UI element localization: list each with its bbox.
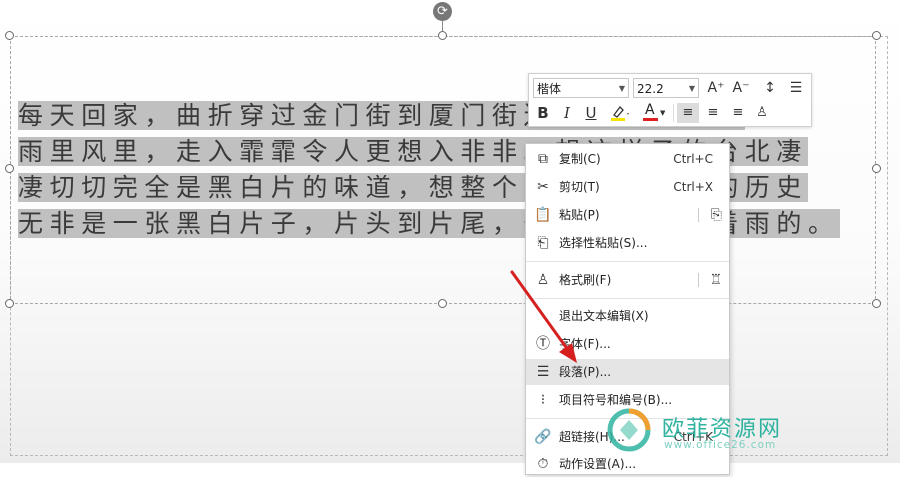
- watermark-url: www.office26.com: [664, 439, 777, 451]
- annotation-arrow: [510, 270, 577, 363]
- watermark-logo-icon: [607, 408, 651, 452]
- watermark: 欧菲资源网 www.office26.com: [600, 405, 900, 463]
